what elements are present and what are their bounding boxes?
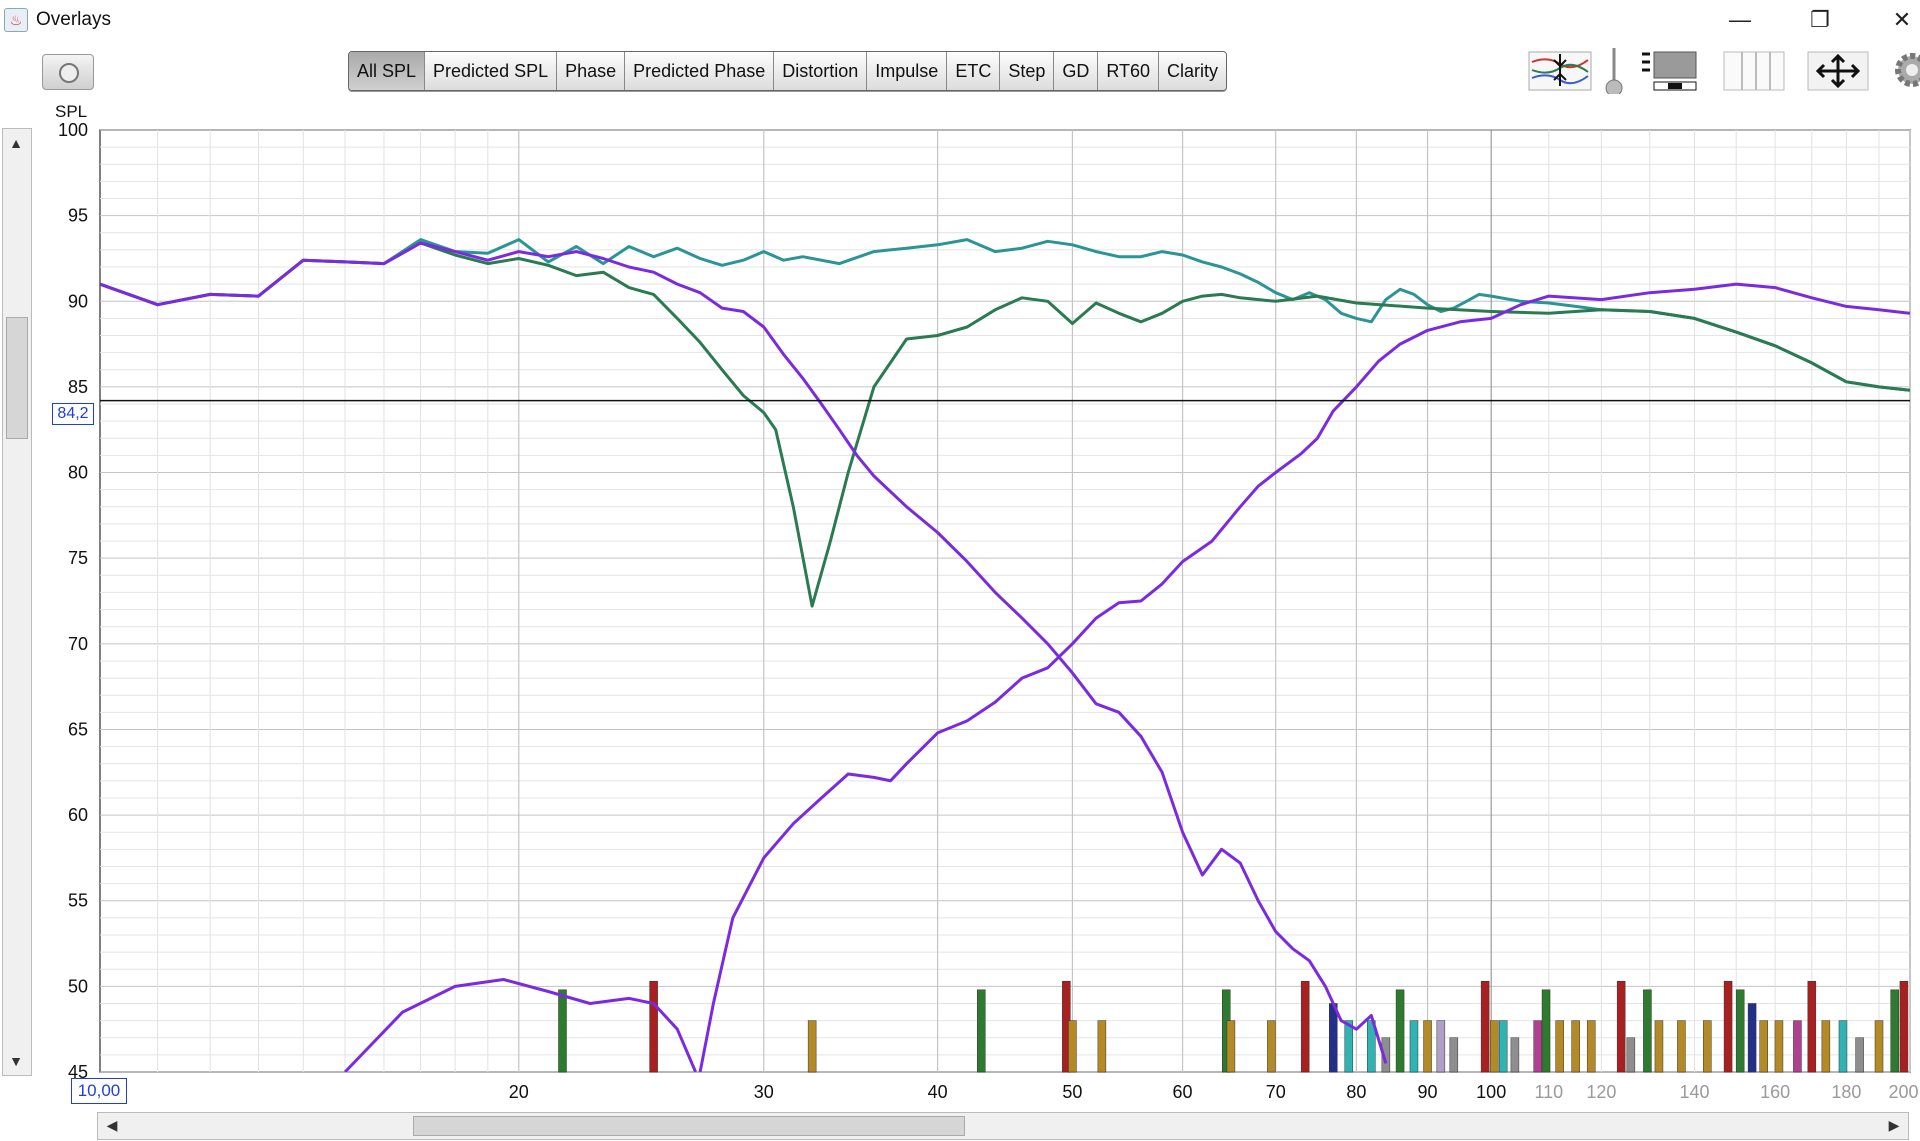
harmonic-bar <box>1703 1020 1712 1073</box>
x-tick-label: 40 <box>928 1082 948 1102</box>
harmonic-bar <box>1533 1020 1542 1073</box>
harmonic-bar <box>1626 1037 1636 1073</box>
harmonic-bar <box>1329 1003 1338 1073</box>
harmonic-bar <box>1735 989 1745 1073</box>
harmonic-bar <box>649 980 658 1073</box>
cursor-spl-readout[interactable]: 84,2 <box>52 403 94 425</box>
y-tick-label: 90 <box>68 291 88 311</box>
x-tick-label: 200H <box>1888 1082 1920 1102</box>
harmonic-bar <box>1267 1020 1276 1073</box>
harmonic-bar <box>1759 1020 1768 1073</box>
harmonic-bar <box>1616 980 1626 1073</box>
y-tick-label: 60 <box>68 805 88 825</box>
y-tick-label: 85 <box>68 377 88 397</box>
harmonic-bar <box>1821 1020 1831 1073</box>
x-tick-label: 100 <box>1476 1082 1506 1102</box>
x-tick-label: 50 <box>1062 1082 1082 1102</box>
x-tick-label: 20 <box>509 1082 529 1102</box>
harmonic-bar <box>1643 989 1652 1073</box>
spl-overlay-chart[interactable]: 455055606570758085909510020 30 40 50 60 70 80 9… <box>0 0 1920 1141</box>
harmonic-bar <box>1436 1020 1446 1073</box>
harmonic-bar <box>1774 1020 1784 1073</box>
harmonic-bar <box>1489 1020 1499 1073</box>
harmonic-bar <box>1395 989 1405 1073</box>
harmonic-bar <box>1747 1003 1757 1073</box>
y-tick-label: 70 <box>68 634 88 654</box>
harmonic-bar <box>1586 1020 1596 1073</box>
harmonic-bar <box>1855 1037 1864 1073</box>
harmonic-bar <box>1226 1020 1236 1073</box>
y-tick-label: 75 <box>68 548 88 568</box>
harmonic-bar <box>1654 1020 1664 1073</box>
harmonic-bar <box>807 1020 817 1073</box>
frequency-start-field[interactable]: 10,00 <box>71 1078 127 1104</box>
harmonic-bar <box>1344 1020 1354 1073</box>
x-tick-label: 180 <box>1831 1082 1861 1102</box>
y-tick-label: 65 <box>68 719 88 739</box>
harmonic-bar <box>1874 1020 1884 1073</box>
x-tick-label: 30 <box>754 1082 774 1102</box>
y-tick-label: 80 <box>68 463 88 483</box>
harmonic-bar <box>1449 1037 1459 1073</box>
harmonic-bar <box>1555 1020 1564 1073</box>
harmonic-bar <box>1409 1020 1419 1073</box>
harmonic-bar <box>1899 980 1909 1073</box>
y-tick-label: 100 <box>58 120 88 140</box>
harmonic-bar <box>1890 989 1899 1073</box>
harmonic-bar <box>1571 1020 1580 1073</box>
x-tick-label: 160 <box>1760 1082 1790 1102</box>
harmonic-bar <box>1807 980 1817 1073</box>
harmonic-bar <box>1097 1020 1107 1073</box>
harmonic-bar <box>1068 1020 1077 1073</box>
harmonic-bar <box>1480 980 1490 1073</box>
x-tick-label: 140 <box>1679 1082 1709 1102</box>
y-tick-label: 95 <box>68 206 88 226</box>
y-tick-label: 50 <box>68 976 88 996</box>
harmonic-bar <box>1423 1020 1432 1073</box>
x-tick-label: 110 <box>1534 1082 1563 1102</box>
x-tick-label: 70 <box>1266 1082 1286 1102</box>
harmonic-bar <box>558 989 567 1073</box>
harmonic-bar <box>1677 1020 1686 1073</box>
x-tick-label: 90 <box>1418 1082 1438 1102</box>
y-tick-label: 55 <box>68 891 88 911</box>
harmonic-bar <box>1723 980 1733 1073</box>
x-tick-label: 60 <box>1173 1082 1193 1102</box>
x-tick-label: 80 <box>1346 1082 1366 1102</box>
harmonic-bar <box>977 989 986 1073</box>
harmonic-bar <box>1838 1020 1848 1073</box>
harmonic-bar <box>1541 989 1551 1073</box>
harmonic-bar <box>1510 1037 1520 1073</box>
harmonic-bar <box>1300 980 1310 1073</box>
x-tick-label: 120 <box>1586 1082 1616 1102</box>
harmonic-bar <box>1498 1020 1508 1073</box>
harmonic-bar <box>1793 1020 1802 1073</box>
